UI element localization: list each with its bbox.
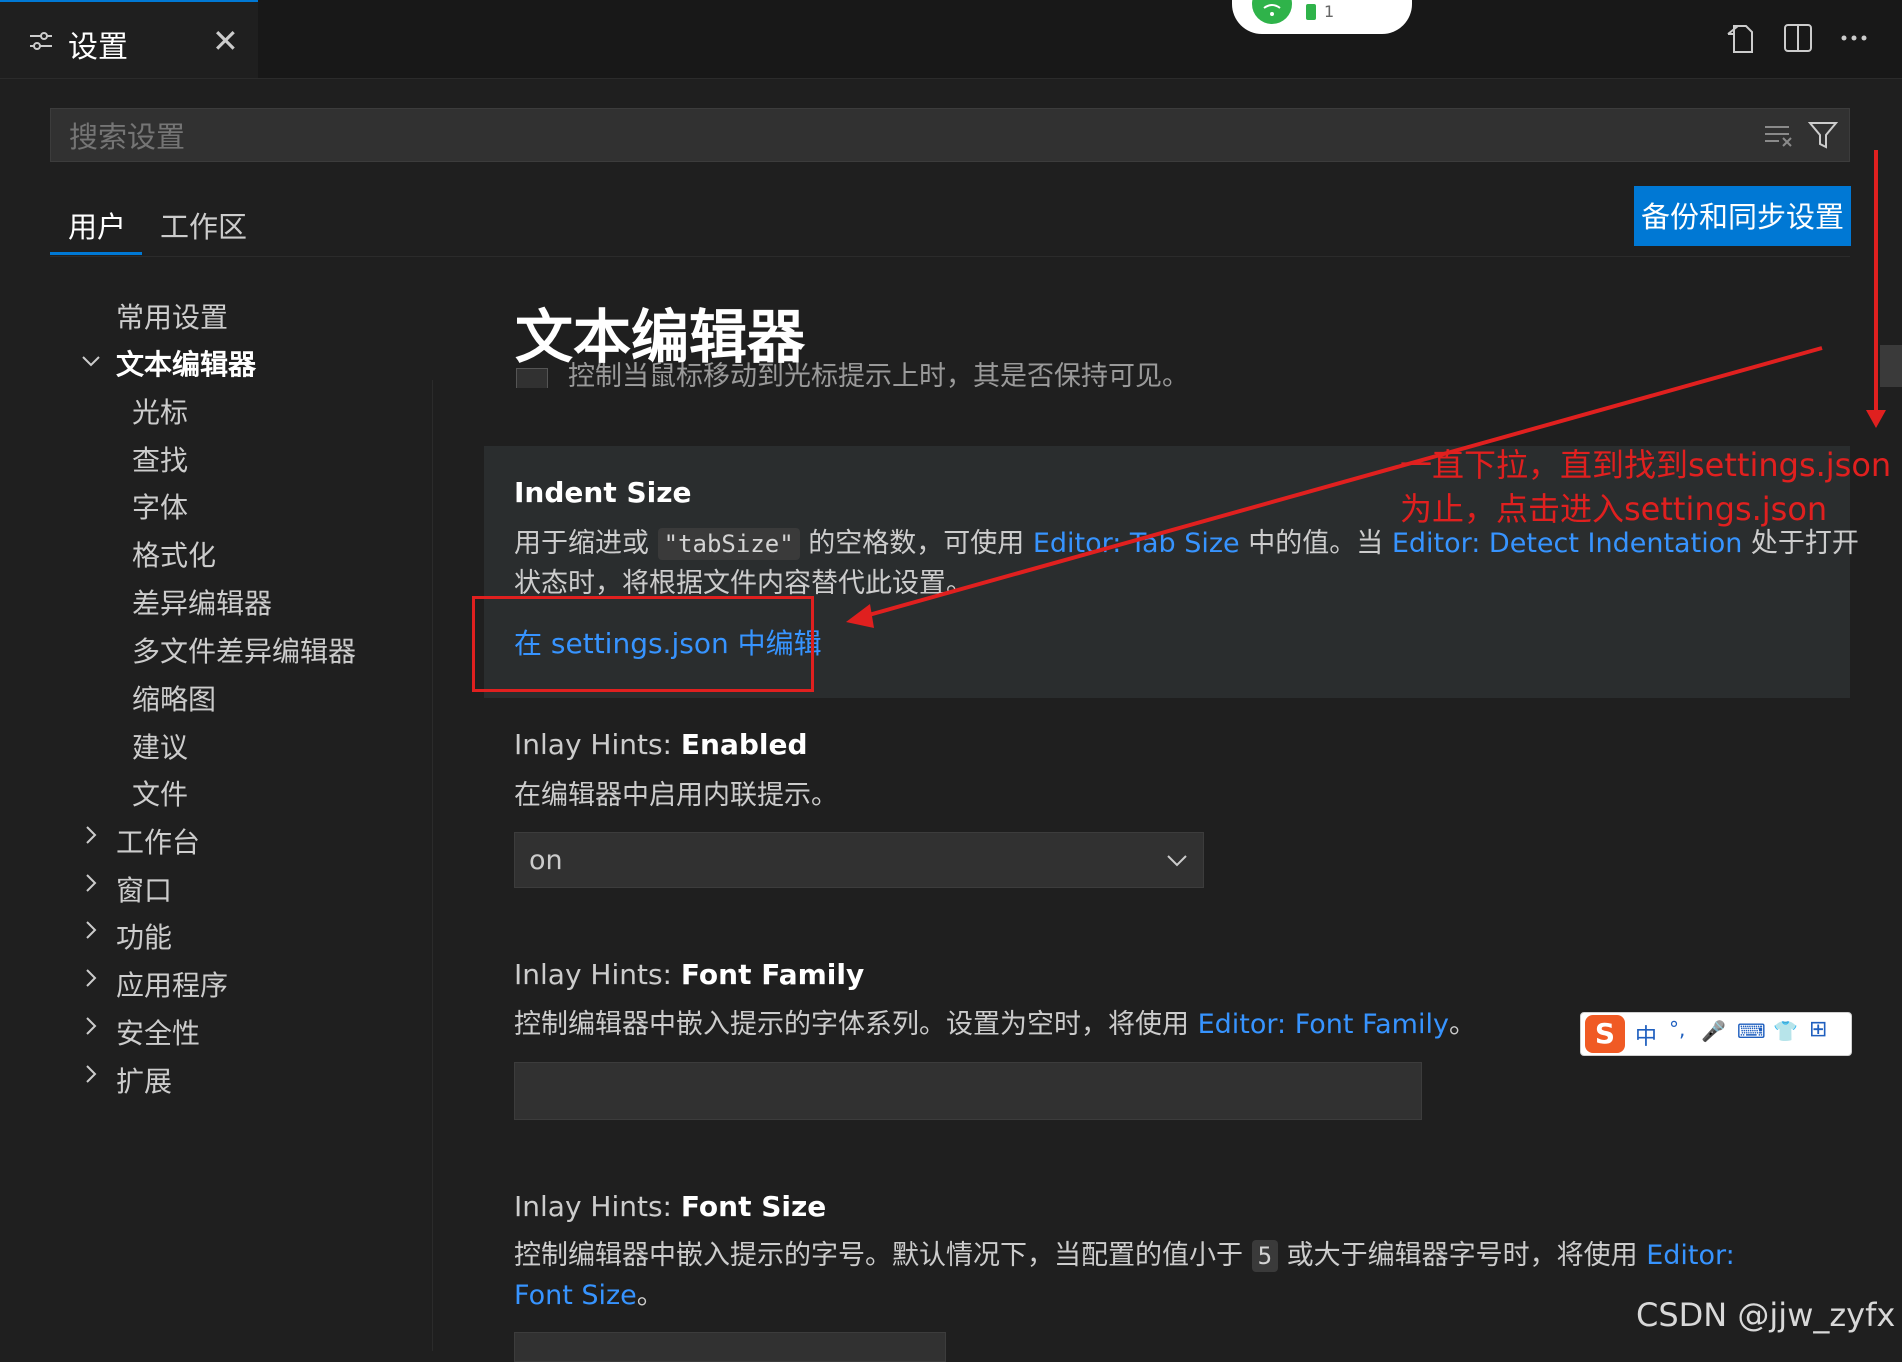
ime-mic-icon[interactable]: 🎤 [1701, 1019, 1726, 1043]
active-tab-indicator [50, 252, 142, 255]
inlay-font-family-input[interactable] [514, 1062, 1422, 1120]
scope-divider [50, 256, 1850, 257]
tab-workspace[interactable]: 工作区 [160, 204, 247, 246]
inlay-font-size-input[interactable] [514, 1332, 946, 1362]
chevron-right-icon[interactable] [82, 872, 100, 894]
open-settings-json-icon[interactable] [1724, 20, 1760, 56]
toc-item-features[interactable]: 功能 [116, 916, 172, 956]
setting-indent-size-title: Indent Size [514, 476, 692, 509]
wifi-icon [1252, 0, 1292, 24]
toc-item-minimap[interactable]: 缩略图 [132, 678, 216, 718]
setting-inlay-enabled-title: Inlay Hints: Enabled [514, 728, 808, 761]
setting-inlay-enabled-description: 在编辑器中启用内联提示。 [514, 780, 838, 811]
chevron-right-icon[interactable] [82, 1015, 100, 1037]
ime-punctuation-icon[interactable]: °, [1669, 1017, 1685, 1041]
annotation-text: 一直下拉，直到找到settings.json 为止，点击进入settings.j… [1400, 446, 1892, 528]
toc-item-extensions[interactable]: 扩展 [116, 1060, 172, 1100]
ime-menu-icon[interactable]: ⊞ [1809, 1017, 1827, 1042]
link-editor-font-size-cont[interactable]: Font Size [514, 1280, 637, 1311]
code-tabsize: "tabSize" [657, 528, 800, 560]
more-actions-icon[interactable] [1836, 20, 1872, 56]
setting-inlay-font-family-title: Inlay Hints: Font Family [514, 958, 865, 991]
ime-mode-chinese[interactable]: 中 [1635, 1019, 1657, 1051]
toc-item-application[interactable]: 应用程序 [116, 964, 228, 1004]
tab-user[interactable]: 用户 [68, 204, 126, 246]
settings-tab[interactable]: 设置 ✕ [0, 0, 258, 78]
chevron-down-icon [1167, 855, 1187, 867]
backup-sync-button[interactable]: 备份和同步设置 [1634, 186, 1851, 246]
link-editor-tab-size[interactable]: Editor: Tab Size [1033, 528, 1240, 559]
setting-indent-size-description: 用于缩进或 "tabSize" 的空格数，可使用 Editor: Tab Siz… [514, 528, 1859, 599]
hotspot-widget[interactable]: 1 [1232, 0, 1412, 34]
clear-filter-icon[interactable] [1763, 121, 1795, 149]
toc-item-common[interactable]: 常用设置 [116, 296, 228, 336]
ime-toolbar[interactable]: S 中 °, 🎤 ⌨ 👕 ⊞ [1580, 1012, 1852, 1056]
battery-icon [1306, 4, 1316, 20]
annotation-highlight-box [472, 596, 814, 692]
link-detect-indentation[interactable]: Editor: Detect Indentation [1392, 528, 1743, 559]
link-editor-font-size[interactable]: Editor: [1646, 1240, 1735, 1271]
chevron-right-icon[interactable] [82, 967, 100, 989]
ime-skin-icon[interactable]: 👕 [1773, 1019, 1798, 1043]
setting-inlay-font-family-description: 控制编辑器中嵌入提示的字体系列。设置为空时，将使用 Editor: Font F… [514, 1009, 1476, 1040]
search-input[interactable] [67, 119, 1671, 155]
settings-sliders-icon [30, 32, 52, 50]
toc-item-find[interactable]: 查找 [132, 439, 188, 479]
tab-label: 设置 [68, 30, 128, 65]
toc-item-files[interactable]: 文件 [132, 773, 188, 813]
filter-icon[interactable] [1807, 119, 1839, 151]
split-editor-icon[interactable] [1780, 20, 1816, 56]
sogou-logo-icon: S [1585, 1015, 1625, 1053]
close-icon[interactable]: ✕ [212, 22, 239, 60]
toc-item-suggestions[interactable]: 建议 [132, 726, 188, 766]
section-title: 文本编辑器 [515, 303, 806, 371]
toc-item-diff-editor[interactable]: 差异编辑器 [132, 582, 272, 622]
chevron-right-icon[interactable] [82, 1063, 100, 1085]
chevron-down-icon[interactable] [80, 350, 102, 372]
toc-item-multi-diff-editor[interactable]: 多文件差异编辑器 [132, 630, 356, 670]
csdn-watermark: CSDN @jjw_zyfx [1636, 1296, 1896, 1334]
setting-inlay-font-size-title: Inlay Hints: Font Size [514, 1190, 827, 1223]
toc-item-font[interactable]: 字体 [132, 486, 188, 526]
chevron-right-icon[interactable] [82, 824, 100, 846]
toc-item-text-editor[interactable]: 文本编辑器 [116, 343, 256, 383]
toc-item-workbench[interactable]: 工作台 [116, 821, 200, 861]
inlay-enabled-select[interactable]: on [514, 832, 1204, 888]
editor-tab-bar [0, 0, 1902, 79]
search-settings-box[interactable] [50, 108, 1850, 162]
chevron-right-icon[interactable] [82, 919, 100, 941]
ime-keyboard-icon[interactable]: ⌨ [1737, 1019, 1766, 1043]
hotspot-count: 1 [1324, 2, 1335, 21]
toc-item-cursor[interactable]: 光标 [132, 391, 188, 431]
select-value: on [529, 845, 563, 876]
toc-item-security[interactable]: 安全性 [116, 1012, 200, 1052]
link-editor-font-family[interactable]: Editor: Font Family [1198, 1009, 1449, 1040]
scrollbar-thumb[interactable] [1880, 345, 1902, 387]
toc-divider [432, 380, 433, 1351]
code-five: 5 [1251, 1240, 1279, 1272]
toc-item-formatting[interactable]: 格式化 [132, 534, 216, 574]
toc-item-window[interactable]: 窗口 [116, 869, 172, 909]
